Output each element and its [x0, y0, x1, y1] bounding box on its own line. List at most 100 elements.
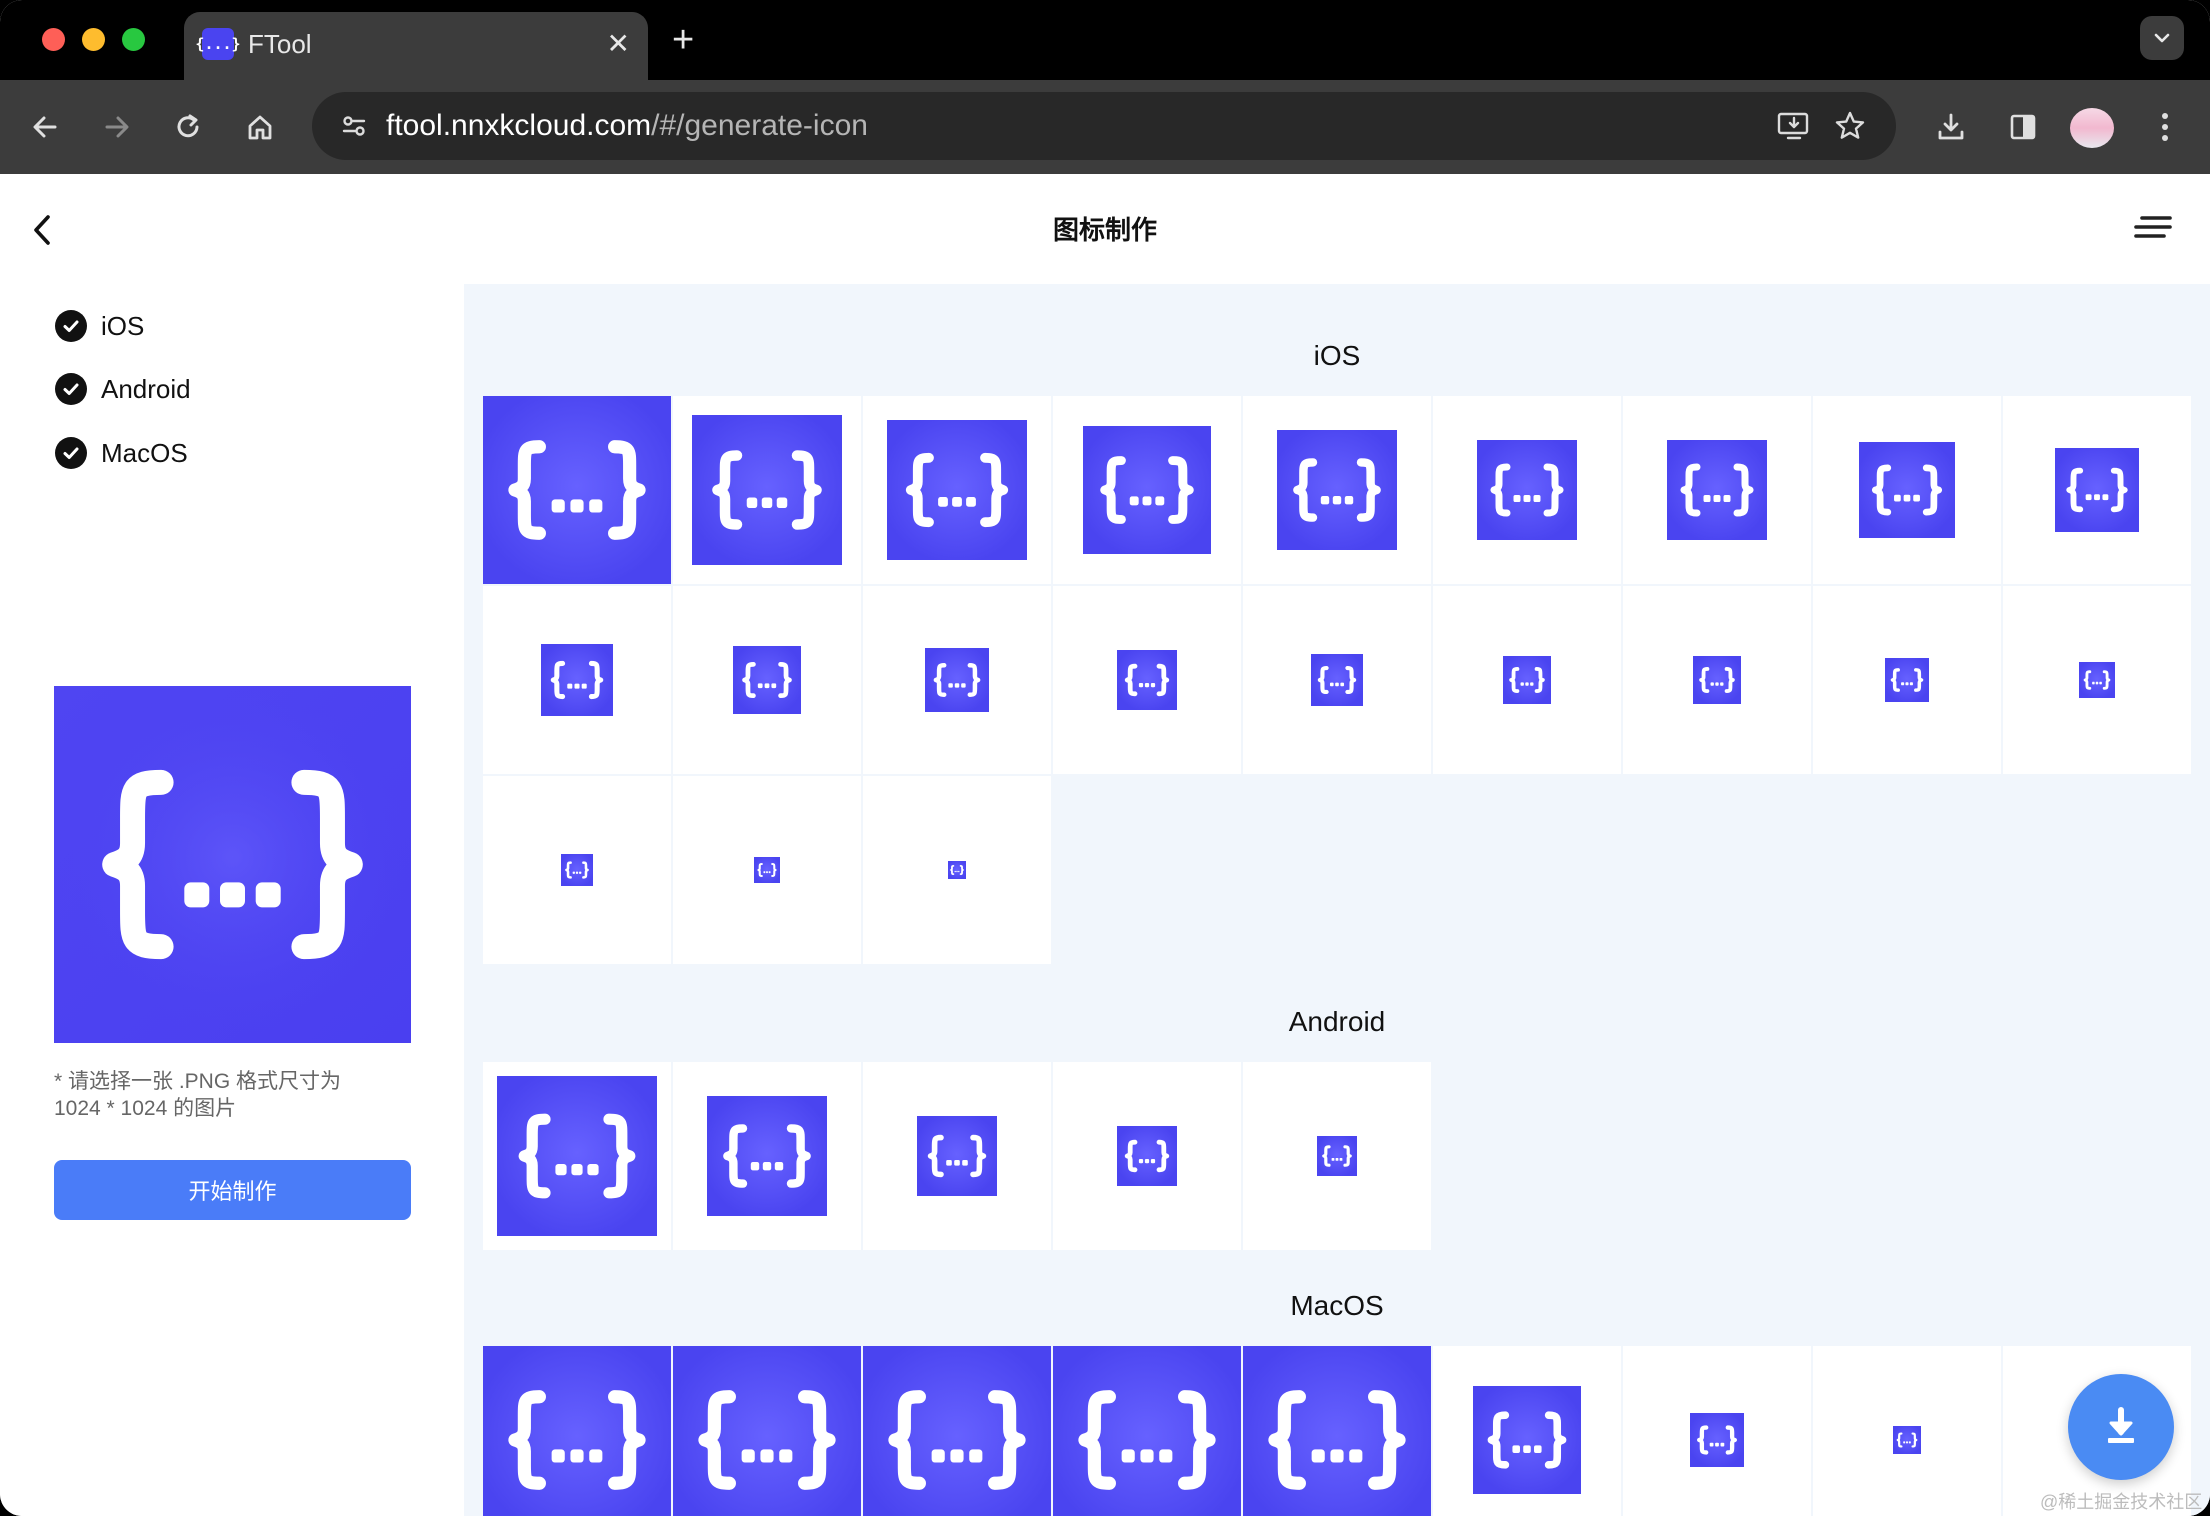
icon-tile[interactable]: [483, 1346, 671, 1516]
checkbox-checked-icon[interactable]: [55, 437, 87, 469]
icon-tile[interactable]: [863, 1062, 1051, 1250]
start-generate-button[interactable]: 开始制作: [54, 1160, 411, 1220]
curly-braces-app-icon: [1477, 440, 1577, 540]
icon-tile[interactable]: [2003, 586, 2191, 774]
menu-lines-icon: [2134, 216, 2172, 238]
source-image-preview[interactable]: [54, 686, 411, 1043]
curly-braces-app-icon: [1311, 654, 1363, 706]
curly-braces-app-icon: [1277, 430, 1397, 550]
curly-braces-app-icon: [1503, 656, 1551, 704]
option-android[interactable]: Android: [55, 371, 191, 407]
browser-tab[interactable]: {...} FTool ✕: [184, 12, 648, 82]
icon-tile[interactable]: [1243, 1062, 1431, 1250]
sidebar: iOS Android MacOS * 请选择一张 .PNG 格式尺寸为 102…: [0, 284, 464, 1516]
page-menu-button[interactable]: [2132, 210, 2174, 246]
tab-bar: {...} FTool ✕ +: [0, 0, 2210, 82]
icon-tile[interactable]: [1243, 586, 1431, 774]
icon-tile[interactable]: [1623, 1346, 1811, 1516]
bookmark-star-icon[interactable]: [1826, 102, 1874, 150]
url-path: /#/generate-icon: [651, 109, 868, 142]
reload-icon: [177, 114, 199, 138]
favicon-icon: {...}: [195, 28, 241, 60]
curly-braces-app-icon: [692, 415, 842, 565]
page-content: 图标制作 iOS Android MacOS * 请选择一张 .PNG 格式尺寸…: [0, 174, 2210, 1516]
curly-braces-app-icon: [925, 648, 989, 712]
checkbox-checked-icon[interactable]: [55, 373, 87, 405]
download-icon: [1938, 113, 1964, 140]
url-host: ftool.nnxkcloud.com: [386, 109, 652, 142]
icon-tile[interactable]: [863, 586, 1051, 774]
profile-avatar[interactable]: [2070, 108, 2114, 148]
icon-tile[interactable]: [673, 1062, 861, 1250]
icon-tile[interactable]: [1243, 396, 1431, 584]
curly-braces-app-icon: [1117, 1126, 1177, 1186]
icon-tile[interactable]: [863, 396, 1051, 584]
icon-tile[interactable]: [1053, 396, 1241, 584]
back-nav-button[interactable]: [20, 102, 70, 152]
site-settings-icon[interactable]: [330, 102, 378, 150]
curly-braces-app-icon: [1083, 426, 1211, 554]
minimize-window-button[interactable]: [82, 28, 105, 51]
curly-braces-app-icon: [863, 1346, 1051, 1516]
icon-tile[interactable]: [673, 586, 861, 774]
icon-tile[interactable]: [863, 776, 1051, 964]
icon-tile[interactable]: [2003, 396, 2191, 584]
side-panel-button[interactable]: [1998, 102, 2048, 152]
install-app-icon[interactable]: [1770, 102, 1818, 150]
curly-braces-app-icon: [483, 396, 671, 584]
icon-tile[interactable]: [1243, 1346, 1431, 1516]
curly-braces-app-icon: [733, 646, 801, 714]
curly-braces-app-icon: [2079, 662, 2115, 698]
curly-braces-app-icon: [54, 686, 411, 1043]
watermark: @稀土掘金技术社区: [2040, 1492, 2203, 1512]
icon-tile[interactable]: [1433, 1346, 1621, 1516]
checkbox-checked-icon[interactable]: [55, 310, 87, 342]
close-window-button[interactable]: [42, 28, 65, 51]
download-all-button[interactable]: [2068, 1374, 2174, 1480]
option-macos[interactable]: MacOS: [55, 435, 188, 471]
icon-tile[interactable]: [1813, 396, 2001, 584]
curly-braces-app-icon: [2055, 448, 2139, 532]
icon-tile[interactable]: [863, 1346, 1051, 1516]
icon-tile[interactable]: [1813, 586, 2001, 774]
curly-braces-app-icon: [1667, 440, 1767, 540]
curly-braces-app-icon: [1317, 1136, 1357, 1176]
icon-tile[interactable]: [1623, 586, 1811, 774]
tab-search-button[interactable]: [2140, 16, 2184, 60]
icon-tile[interactable]: [673, 776, 861, 964]
forward-nav-button[interactable]: [92, 102, 142, 152]
icon-tile[interactable]: [1433, 586, 1621, 774]
downloads-button[interactable]: [1926, 102, 1976, 152]
curly-braces-app-icon: [917, 1116, 997, 1196]
browser-window: {...} FTool ✕ + ftool.nnxkcloud.com/#/ge…: [0, 0, 2210, 1516]
icon-tile[interactable]: [1053, 1062, 1241, 1250]
more-menu-button[interactable]: [2140, 102, 2190, 152]
maximize-window-button[interactable]: [122, 28, 145, 51]
icon-tile[interactable]: [673, 396, 861, 584]
new-tab-button[interactable]: +: [672, 20, 694, 60]
icon-tile[interactable]: [483, 396, 671, 584]
option-ios[interactable]: iOS: [55, 308, 144, 344]
curly-braces-app-icon: [1117, 650, 1177, 710]
home-button[interactable]: [235, 102, 285, 152]
icon-tile[interactable]: [673, 1346, 861, 1516]
address-bar[interactable]: ftool.nnxkcloud.com/#/generate-icon: [312, 92, 1896, 160]
icon-tile[interactable]: [483, 586, 671, 774]
hint-line-2: 1024 * 1024 的图片: [54, 1097, 237, 1120]
reload-button[interactable]: [163, 102, 213, 152]
icon-tile[interactable]: [1053, 1346, 1241, 1516]
icon-tile[interactable]: [1433, 396, 1621, 584]
icon-tile[interactable]: [1053, 586, 1241, 774]
page-title: 图标制作: [1052, 215, 1157, 245]
close-tab-icon[interactable]: ✕: [607, 26, 630, 62]
icon-tile[interactable]: [483, 776, 671, 964]
kebab-menu-icon: [2162, 113, 2168, 141]
tab-title: FTool: [248, 29, 312, 59]
icon-tile[interactable]: [1623, 396, 1811, 584]
curly-braces-app-icon: [1053, 1346, 1241, 1516]
curly-braces-app-icon: [887, 420, 1027, 560]
icon-tile[interactable]: [483, 1062, 671, 1250]
curly-braces-app-icon: [1473, 1386, 1581, 1494]
curly-braces-app-icon: [673, 1346, 861, 1516]
icon-tile[interactable]: [1813, 1346, 2001, 1516]
